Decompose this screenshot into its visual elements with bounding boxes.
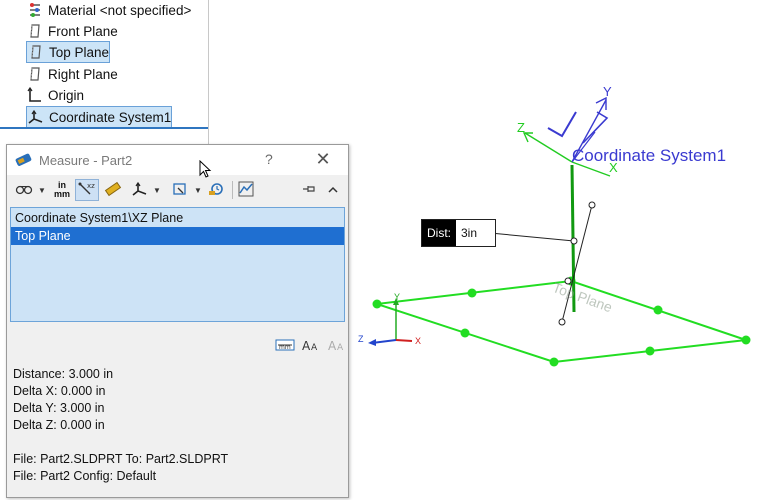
svg-text:xz: xz	[87, 182, 95, 190]
result-delta-y: Delta Y: 3.000 in	[13, 401, 105, 415]
close-button[interactable]: ✕	[311, 147, 335, 171]
projection-button[interactable]	[169, 179, 191, 201]
create-sensor-button[interactable]	[235, 179, 257, 201]
pin-icon	[302, 183, 316, 198]
coordinate-system-icon	[132, 181, 148, 200]
svg-text:A: A	[302, 339, 311, 353]
show-xyz-button[interactable]: xz	[75, 179, 99, 201]
tree-divider	[0, 127, 208, 129]
copy-results-icon[interactable]: mm	[275, 337, 295, 357]
pin-dialog-button[interactable]	[301, 179, 317, 201]
font-size-icon[interactable]: AA	[301, 337, 321, 357]
result-distance: Distance: 3.000 in	[13, 367, 114, 381]
tree-item-label: Coordinate System1	[49, 109, 172, 125]
distance-callout[interactable]: Dist: 3in	[421, 219, 497, 247]
coordinate-system-label: Coordinate System1	[572, 146, 727, 165]
graphics-viewport[interactable]: Y X Z Y Z X	[347, 0, 780, 500]
tree-item-label: Top Plane	[49, 44, 110, 60]
xyz-measure-icon: xz	[78, 181, 96, 200]
tree-item-label: Right Plane	[48, 66, 118, 82]
tree-item-label: Material <not specified>	[48, 2, 192, 18]
feature-tree: Material <not specified> Front Plane Top…	[0, 0, 209, 150]
chevron-up-icon	[327, 183, 339, 198]
origin-icon	[26, 86, 44, 104]
measure-title-bar[interactable]: Measure - Part2 ? ✕	[7, 145, 348, 175]
tree-item-origin[interactable]: Origin	[26, 85, 84, 105]
selection-list[interactable]: Coordinate System1\XZ Plane Top Plane	[10, 207, 345, 322]
font-size-disabled-icon[interactable]: AA	[327, 337, 347, 357]
result-file: File: Part2.SLDPRT To: Part2.SLDPRT	[13, 452, 229, 466]
ruler-icon	[104, 181, 122, 200]
svg-text:A: A	[311, 343, 318, 353]
distance-callout-value: 3in	[461, 226, 478, 240]
tree-item-label: Origin	[48, 87, 85, 103]
projection-icon	[172, 181, 188, 200]
result-delta-x: Delta X: 0.000 in	[13, 384, 106, 398]
help-button[interactable]: ?	[265, 151, 273, 167]
arc-circle-icon	[15, 183, 33, 198]
material-icon	[26, 1, 44, 19]
units-precision-button[interactable]: in mm	[51, 179, 73, 201]
sensor-chart-icon	[238, 181, 254, 200]
projection-dropdown[interactable]: ▼	[193, 179, 203, 201]
measure-history-button[interactable]	[205, 179, 229, 201]
tree-item-top-plane[interactable]: Top Plane	[26, 41, 111, 63]
result-delta-z: Delta Z: 0.000 in	[13, 418, 105, 432]
coordinate-system-dropdown[interactable]: ▼	[152, 179, 162, 201]
tree-item-right-plane[interactable]: Right Plane	[26, 64, 118, 84]
axis-z-label: Z	[517, 120, 525, 135]
history-icon	[208, 181, 226, 200]
measure-dialog: Measure - Part2 ? ✕ ▼ in mm xz ▼ ▼ Coord…	[6, 144, 349, 498]
triad-x-label: X	[415, 336, 422, 346]
plane-icon	[26, 22, 44, 40]
units-bottom-label: mm	[53, 189, 70, 199]
tree-item-label: Front Plane	[48, 23, 118, 39]
svg-text:A: A	[328, 339, 337, 353]
z-axis-line	[524, 132, 573, 163]
plane-icon	[26, 65, 44, 83]
format-tools: mm AA AA	[275, 337, 347, 357]
collapse-dialog-button[interactable]	[325, 179, 341, 201]
selection-item[interactable]: Coordinate System1\XZ Plane	[11, 209, 344, 227]
mouse-cursor-icon	[199, 160, 212, 178]
distance-callout-label: Dist:	[422, 220, 456, 246]
tree-item-material[interactable]: Material <not specified>	[26, 0, 191, 20]
result-config: File: Part2 Config: Default	[13, 469, 157, 483]
tree-item-coordinate-system1[interactable]: Coordinate System1	[26, 106, 173, 128]
dimension-leader	[489, 232, 575, 242]
selection-item[interactable]: Top Plane	[11, 227, 344, 245]
triad-y-label: Y	[394, 292, 401, 302]
axis-y-label: Y	[603, 84, 612, 99]
coordinate-system-select-button[interactable]	[129, 179, 151, 201]
coordinate-system-icon	[27, 108, 45, 126]
triad-z-label: Z	[358, 334, 364, 344]
svg-text:A: A	[337, 343, 344, 353]
measure-app-icon	[15, 151, 35, 169]
measure-toolbar: ▼ in mm xz ▼ ▼	[7, 175, 348, 205]
arc-options-dropdown[interactable]: ▼	[37, 179, 47, 201]
point-to-point-button[interactable]	[102, 179, 124, 201]
model-graphics	[368, 96, 751, 367]
plane-icon	[27, 43, 45, 61]
svg-text:mm: mm	[279, 344, 291, 351]
tree-item-front-plane[interactable]: Front Plane	[26, 21, 118, 41]
measure-title: Measure - Part2	[39, 153, 133, 168]
arc-options-button[interactable]	[13, 179, 35, 201]
